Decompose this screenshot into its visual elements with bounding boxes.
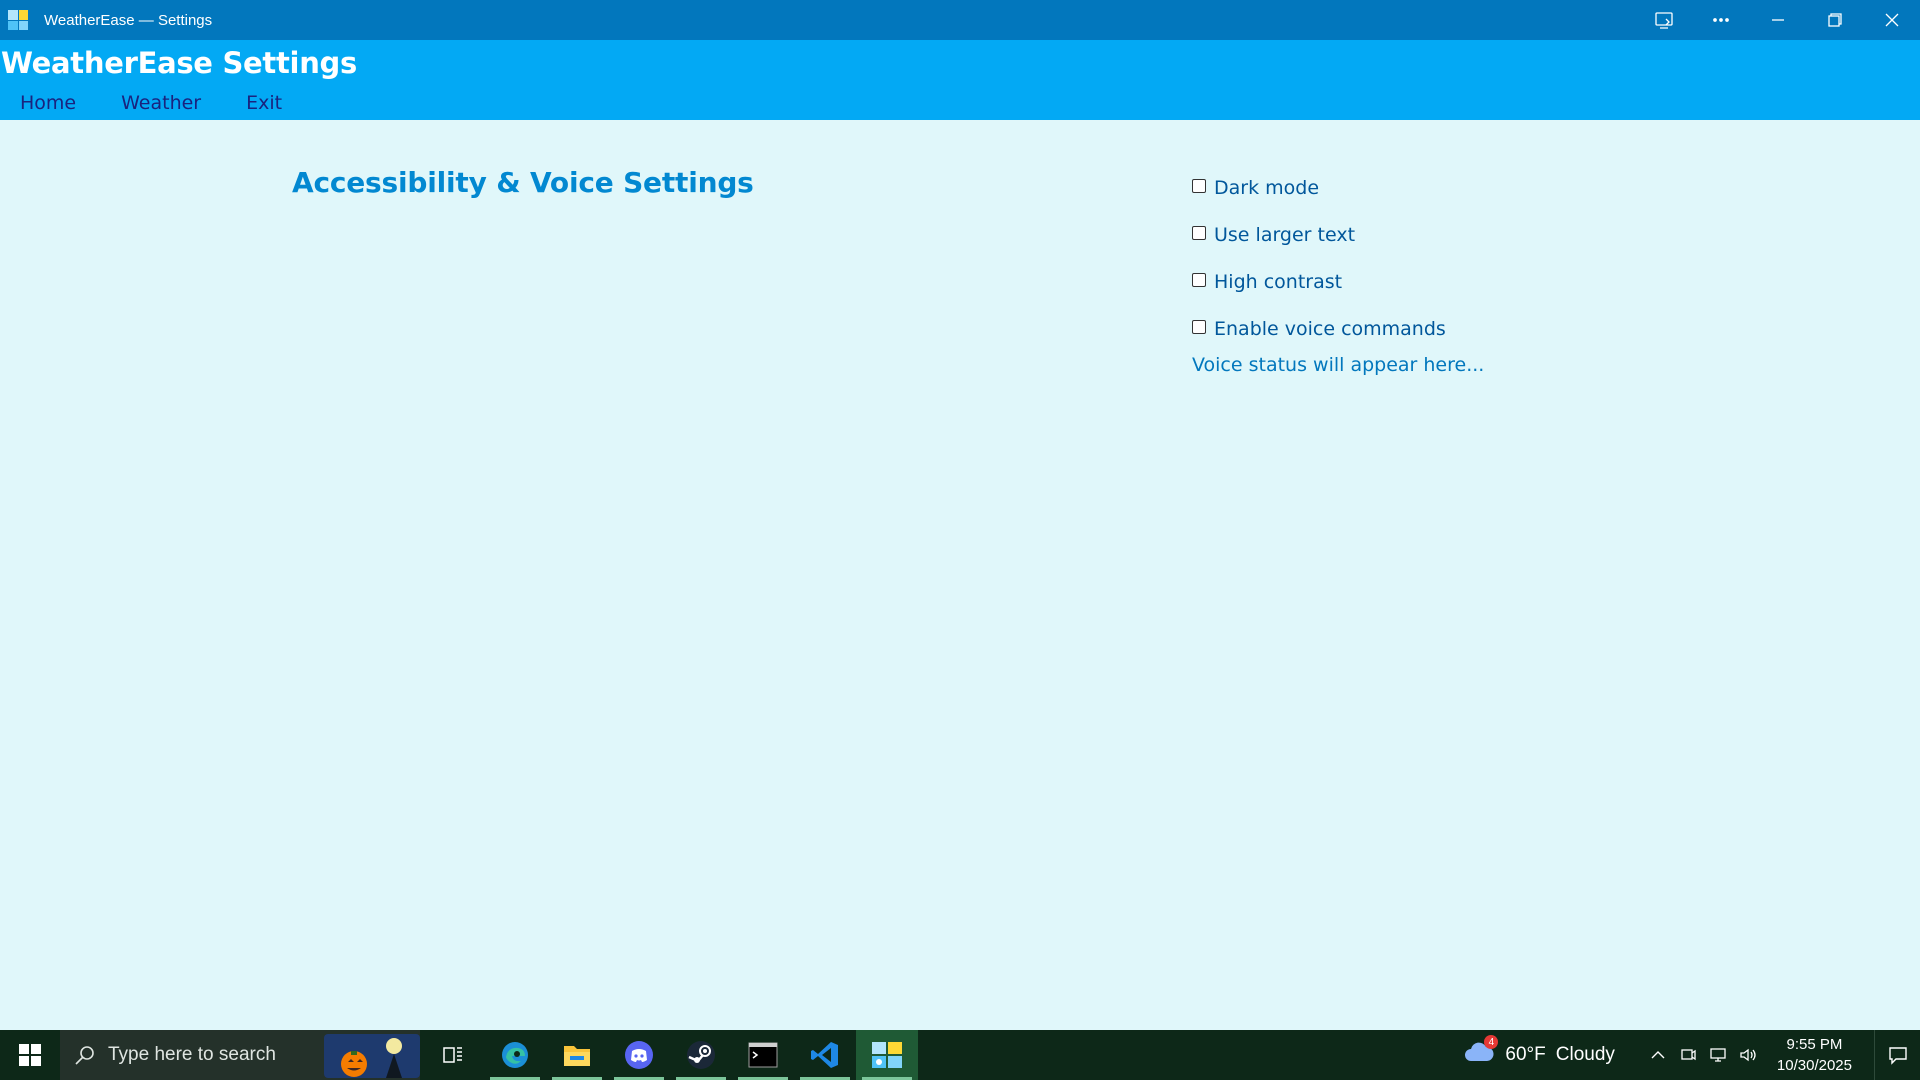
minimize-icon[interactable] — [1749, 0, 1806, 40]
larger-text-label: Use larger text — [1214, 223, 1356, 246]
high-contrast-label: High contrast — [1214, 270, 1343, 293]
close-icon[interactable] — [1863, 0, 1920, 40]
windows-icon — [19, 1044, 41, 1066]
weather-condition: Cloudy — [1555, 1044, 1615, 1065]
discord-icon[interactable] — [608, 1030, 670, 1080]
taskbar-apps — [422, 1030, 918, 1080]
weather-temp: 60°F — [1505, 1044, 1546, 1065]
taskbar-search[interactable]: Type here to search — [60, 1030, 420, 1080]
voice-commands-option[interactable]: Enable voice commands — [1192, 305, 1484, 352]
weather-badge: 4 — [1484, 1035, 1499, 1049]
voice-status-text: Voice status will appear here... — [1192, 354, 1485, 376]
halloween-search-highlight-icon — [324, 1034, 420, 1078]
dark-mode-checkbox[interactable] — [1192, 178, 1206, 193]
search-placeholder: Type here to search — [108, 1044, 276, 1065]
chevron-up-icon[interactable] — [1643, 1047, 1673, 1063]
weatherease-icon[interactable] — [856, 1030, 918, 1080]
larger-text-checkbox[interactable] — [1192, 225, 1206, 240]
nav-exit-link[interactable]: Exit — [246, 92, 282, 114]
edge-icon[interactable] — [484, 1030, 546, 1080]
settings-options: Dark mode Use larger text High contrast … — [1192, 164, 1484, 376]
app-header: WeatherEase Settings Home Weather Exit — [0, 40, 1920, 120]
notification-icon[interactable] — [1874, 1030, 1920, 1080]
main-nav: Home Weather Exit — [20, 92, 327, 114]
terminal-icon[interactable] — [732, 1030, 794, 1080]
restore-icon[interactable] — [1806, 0, 1863, 40]
tray-icons — [1643, 1046, 1763, 1064]
nav-home-link[interactable]: Home — [20, 92, 76, 114]
network-icon[interactable] — [1703, 1046, 1733, 1064]
taskbar: Type here to search 4 60°F Cloudy 9:55 P… — [0, 1030, 1920, 1080]
app-title: WeatherEase Settings — [1, 46, 357, 80]
search-icon — [75, 1046, 94, 1065]
clock-time: 9:55 PM — [1786, 1036, 1843, 1053]
more-icon[interactable] — [1692, 0, 1749, 40]
dark-mode-label: Dark mode — [1214, 176, 1320, 199]
larger-text-option[interactable]: Use larger text — [1192, 211, 1484, 258]
window-controls — [1635, 0, 1920, 40]
cast-icon[interactable] — [1635, 0, 1692, 40]
file-explorer-icon[interactable] — [546, 1030, 608, 1080]
system-tray: 4 60°F Cloudy 9:55 PM 10/30/2025 — [1463, 1030, 1920, 1080]
nav-weather-link[interactable]: Weather — [121, 92, 201, 114]
voice-commands-label: Enable voice commands — [1214, 317, 1446, 340]
window-title: WeatherEase — Settings — [44, 11, 213, 29]
page-heading: Accessibility & Voice Settings — [292, 166, 754, 199]
task-view-icon[interactable] — [422, 1030, 484, 1080]
weather-widget[interactable]: 4 60°F Cloudy — [1463, 1035, 1615, 1069]
voice-commands-checkbox[interactable] — [1192, 319, 1206, 334]
clock[interactable]: 9:55 PM 10/30/2025 — [1777, 1034, 1852, 1076]
app-icon — [8, 10, 28, 30]
cloud-icon: 4 — [1463, 1035, 1499, 1069]
vscode-icon[interactable] — [794, 1030, 856, 1080]
meet-now-icon[interactable] — [1673, 1046, 1703, 1064]
clock-date: 10/30/2025 — [1776, 1057, 1852, 1074]
start-button[interactable] — [0, 1030, 60, 1080]
high-contrast-option[interactable]: High contrast — [1192, 258, 1484, 305]
steam-icon[interactable] — [670, 1030, 732, 1080]
volume-icon[interactable] — [1733, 1046, 1763, 1064]
high-contrast-checkbox[interactable] — [1192, 272, 1206, 287]
dark-mode-option[interactable]: Dark mode — [1192, 164, 1484, 211]
title-bar: WeatherEase — Settings — [0, 0, 1920, 40]
